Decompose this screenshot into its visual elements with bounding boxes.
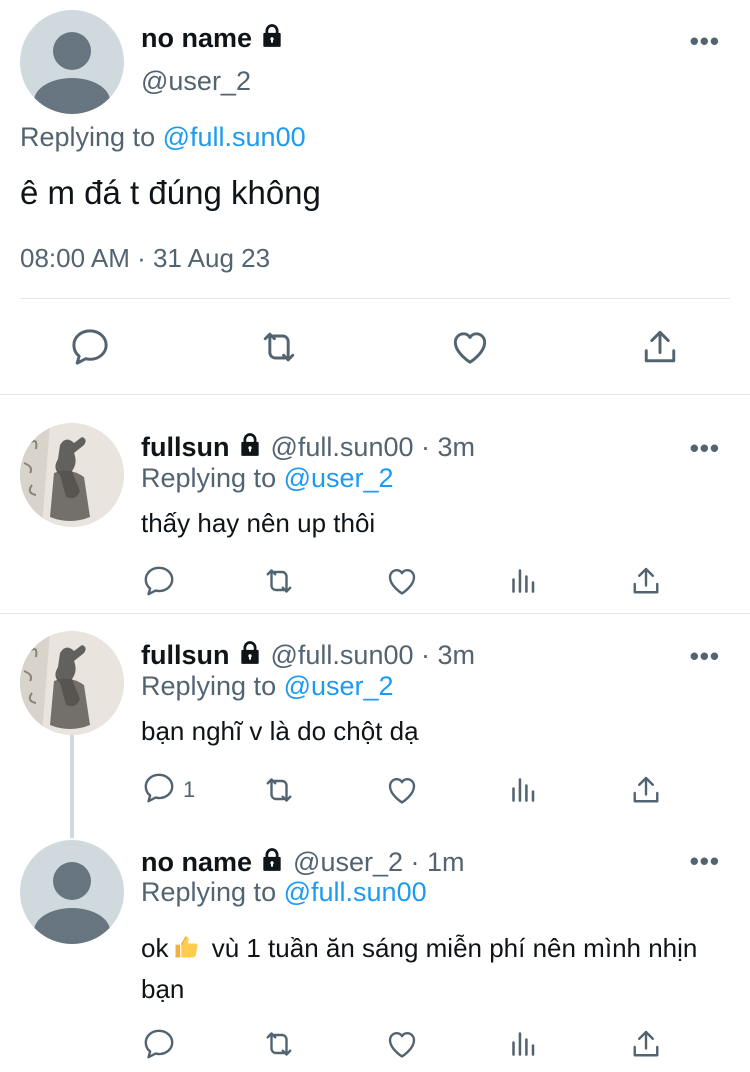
avatar[interactable] [20,10,124,114]
avatar[interactable] [20,840,124,944]
lock-icon [237,639,263,672]
reply-icon[interactable] [141,563,177,599]
replying-to: Replying to @full.sun00 [20,122,306,153]
reply-header: fullsun @full.sun00 · 3m [141,639,475,672]
author-handle-time[interactable]: @full.sun00 · 3m [271,432,476,463]
reply-header: no name @user_2 · 1m [141,846,465,879]
avatar[interactable] [20,631,124,735]
reply-icon [141,770,177,811]
lock-icon [259,22,285,55]
replying-to-link[interactable]: @full.sun00 [284,877,427,907]
reply-text: thấy hay nên up thôi [141,508,376,538]
views-icon[interactable] [506,1026,542,1062]
author-handle-time[interactable]: @user_2 · 1m [293,847,464,878]
replying-prefix: Replying to [141,877,277,907]
reply-text-end: vù 1 tuần ăn sáng miễn phí nên mình nhịn… [141,933,698,1004]
like-icon[interactable] [384,1026,420,1062]
like-icon[interactable] [384,772,420,808]
author-name[interactable]: fullsun [141,432,230,463]
lock-icon [259,846,285,879]
replying-prefix: Replying to [20,122,156,152]
like-icon[interactable] [384,563,420,599]
thread-line [70,734,74,838]
reply-text: bạn nghĩ v là do chột dạ [141,716,419,746]
reply-tweet: no name @user_2 · 1m ••• Replying to @fu… [0,824,750,1072]
share-icon[interactable] [628,563,664,599]
views-icon[interactable] [506,772,542,808]
replying-to: Replying to @user_2 [141,463,394,494]
author-name[interactable]: no name [141,847,252,878]
tweet-text: ê m đá t đúng không [20,174,321,211]
retweet-icon[interactable] [261,563,297,599]
avatar[interactable] [20,423,124,527]
replying-to: Replying to @user_2 [141,671,394,702]
replying-to: Replying to @full.sun00 [141,877,427,908]
retweet-icon[interactable] [257,325,301,369]
reply-actions [141,1026,701,1062]
lock-icon [237,431,263,464]
reply-header: fullsun @full.sun00 · 3m [141,431,475,464]
share-icon[interactable] [628,1026,664,1062]
more-options-icon[interactable]: ••• [690,643,720,669]
author-handle[interactable]: @user_2 [141,66,251,97]
author-handle-time[interactable]: @full.sun00 · 3m [271,640,476,671]
replying-to-link[interactable]: @user_2 [284,671,394,701]
reply-text: ok vù 1 tuần ăn sáng miễn phí nên mình n… [141,930,721,1008]
replying-prefix: Replying to [141,463,277,493]
replying-to-link[interactable]: @full.sun00 [163,122,306,152]
thumbs-up-icon [172,933,200,971]
author-name[interactable]: fullsun [141,640,230,671]
reply-tweet: fullsun @full.sun00 · 3m ••• Replying to… [0,395,750,613]
main-tweet: no name @user_2 ••• Replying to @full.su… [0,0,750,395]
more-options-icon[interactable]: ••• [690,435,720,461]
reply-icon[interactable] [141,1026,177,1062]
reply-actions: 1 [141,772,701,808]
replying-prefix: Replying to [141,671,277,701]
more-options-icon[interactable]: ••• [690,28,720,54]
reply-icon[interactable] [68,325,112,369]
reply-text-start: ok [141,933,169,963]
retweet-icon[interactable] [261,1026,297,1062]
share-icon[interactable] [638,325,682,369]
like-icon[interactable] [448,325,492,369]
more-options-icon[interactable]: ••• [690,848,720,874]
author-name[interactable]: no name [141,22,285,55]
tweet-timestamp[interactable]: 08:00 AM · 31 Aug 23 [20,243,270,274]
reply-actions [141,563,701,599]
retweet-icon[interactable] [261,772,297,808]
tweet-actions [0,325,750,369]
divider [20,298,730,299]
share-icon[interactable] [628,772,664,808]
reply-button[interactable]: 1 [141,772,195,808]
reply-tweet: fullsun @full.sun00 · 3m ••• Replying to… [0,614,750,838]
replying-to-link[interactable]: @user_2 [284,463,394,493]
views-icon[interactable] [506,563,542,599]
author-name-text[interactable]: no name [141,23,252,54]
reply-count: 1 [183,777,196,802]
